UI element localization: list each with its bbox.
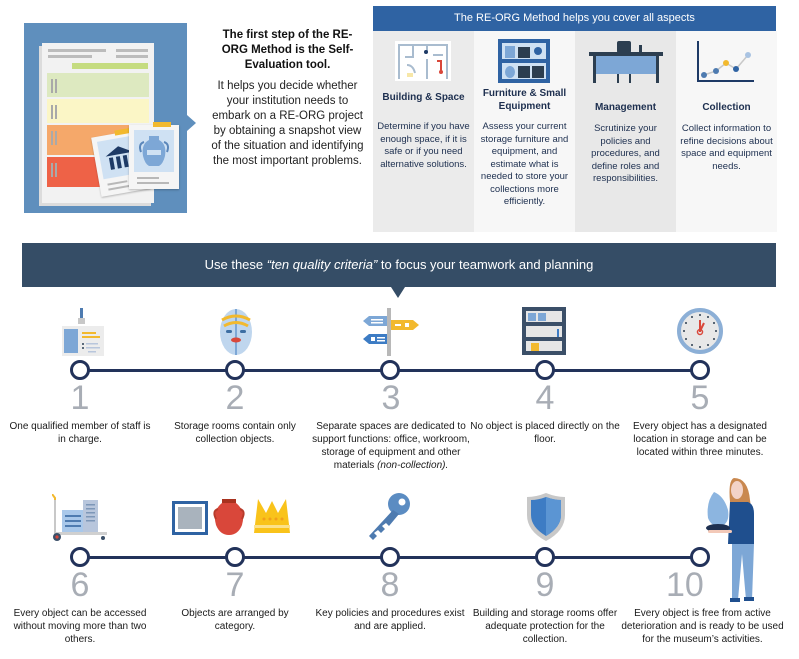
criterion-3: 3 Separate spaces are dedicated to suppo… xyxy=(312,380,470,472)
timeline-node-7 xyxy=(225,547,245,567)
criterion-number: 9 xyxy=(535,566,555,604)
desk-icon xyxy=(587,39,665,83)
mask-icon xyxy=(219,308,253,361)
timeline-node-5 xyxy=(690,360,710,380)
criterion-description: Every object can be accessed without mov… xyxy=(13,608,147,645)
intro-heading: The first step of the RE-ORG Method is t… xyxy=(221,29,354,71)
aspect-title: Collection xyxy=(702,102,751,113)
criterion-8: 8 Key policies and procedures exist and … xyxy=(315,567,465,633)
criterion-description: Storage rooms contain only collection ob… xyxy=(174,421,296,445)
criterion-7: 7 Objects are arranged by category. xyxy=(160,567,310,633)
vase-photo-icon xyxy=(129,122,179,189)
criterion-number: 2 xyxy=(225,379,245,417)
aspect-building-space: Building & Space Determine if you have e… xyxy=(373,31,474,232)
shield-icon xyxy=(527,493,565,546)
timeline-node-9 xyxy=(535,547,555,567)
criterion-description: Separate spaces are dedicated to support… xyxy=(312,421,470,471)
clock-icon xyxy=(677,308,723,359)
aspect-title: Building & Space xyxy=(382,92,465,103)
criterion-description: Building and storage rooms offer adequat… xyxy=(472,608,618,645)
timeline-node-3 xyxy=(380,360,400,380)
aspects-banner-text: The RE-ORG Method helps you cover all as… xyxy=(454,12,695,24)
criterion-1: 1 One qualified member of staff is in ch… xyxy=(5,380,155,446)
aspect-description: Collect information to refine decisions … xyxy=(680,123,773,172)
hand-truck-icon xyxy=(51,493,108,547)
criteria-banner: Use these “ten quality criteria” to focu… xyxy=(22,243,776,298)
criterion-2: 2 Storage rooms contain only collection … xyxy=(160,380,310,446)
floor-plan-icon xyxy=(393,39,453,83)
criterion-number: 6 xyxy=(70,566,90,604)
aspect-management: Management Scrutinize your policies and … xyxy=(575,31,676,232)
aspect-furniture-equipment: Furniture & Small Equipment Assess your … xyxy=(474,31,575,232)
criterion-number: 7 xyxy=(225,566,245,604)
shelving-unit-icon xyxy=(494,39,554,83)
timeline-node-4 xyxy=(535,360,555,380)
aspect-collection: Collection Collect information to refine… xyxy=(676,31,777,232)
intro-text: The first step of the RE-ORG Method is t… xyxy=(210,28,365,169)
banner-pointer xyxy=(391,287,405,298)
timeline-node-1 xyxy=(70,360,90,380)
callout-pointer xyxy=(187,115,196,131)
intro-body: It helps you decide whether your institu… xyxy=(211,80,364,167)
signpost-icon xyxy=(363,308,421,361)
criterion-description: Key policies and procedures exist and ar… xyxy=(315,608,465,632)
storage-shelf-icon xyxy=(522,307,566,360)
criterion-number: 1 xyxy=(70,379,90,417)
criterion-number: 5 xyxy=(690,379,710,417)
aspect-description: Determine if you have enough space, if i… xyxy=(377,121,470,170)
criterion-9: 9 Building and storage rooms offer adequ… xyxy=(470,567,620,646)
frame-vase-crown-icon xyxy=(172,499,300,542)
criterion-number: 10 xyxy=(666,566,704,604)
criterion-number: 8 xyxy=(380,566,400,604)
criterion-description: Every object has a designated location i… xyxy=(633,421,767,458)
criterion-description: No object is placed directly on the floo… xyxy=(470,421,620,445)
aspect-title: Management xyxy=(594,102,657,113)
timeline-node-6 xyxy=(70,547,90,567)
aspect-title: Furniture & Small Equipment xyxy=(482,88,567,112)
timeline-node-2 xyxy=(225,360,245,380)
criterion-4: 4 No object is placed directly on the fl… xyxy=(470,380,620,446)
line-graph-icon xyxy=(696,39,756,83)
aspects-panel: The RE-ORG Method helps you cover all as… xyxy=(373,6,777,232)
criterion-5: 5 Every object has a designated location… xyxy=(625,380,775,459)
self-evaluation-illustration xyxy=(24,23,196,213)
aspect-description: Scrutinize your policies and procedures,… xyxy=(591,123,660,184)
criterion-description: Every object is free from active deterio… xyxy=(621,608,784,645)
criteria-banner-text: Use these “ten quality criteria” to focu… xyxy=(204,257,594,272)
criterion-number: 4 xyxy=(535,379,555,417)
criterion-number: 3 xyxy=(381,379,401,417)
key-icon xyxy=(367,492,413,547)
timeline-node-8 xyxy=(380,547,400,567)
aspect-description: Assess your current storage furniture an… xyxy=(480,121,569,207)
criterion-description: One qualified member of staff is in char… xyxy=(9,421,151,445)
id-badge-icon xyxy=(60,308,104,361)
aspects-banner: The RE-ORG Method helps you cover all as… xyxy=(373,6,776,40)
criterion-6: 6 Every object can be accessed without m… xyxy=(5,567,155,646)
criterion-description: Objects are arranged by category. xyxy=(181,608,289,632)
criterion-10: 10 Every object is free from active dete… xyxy=(620,567,785,646)
